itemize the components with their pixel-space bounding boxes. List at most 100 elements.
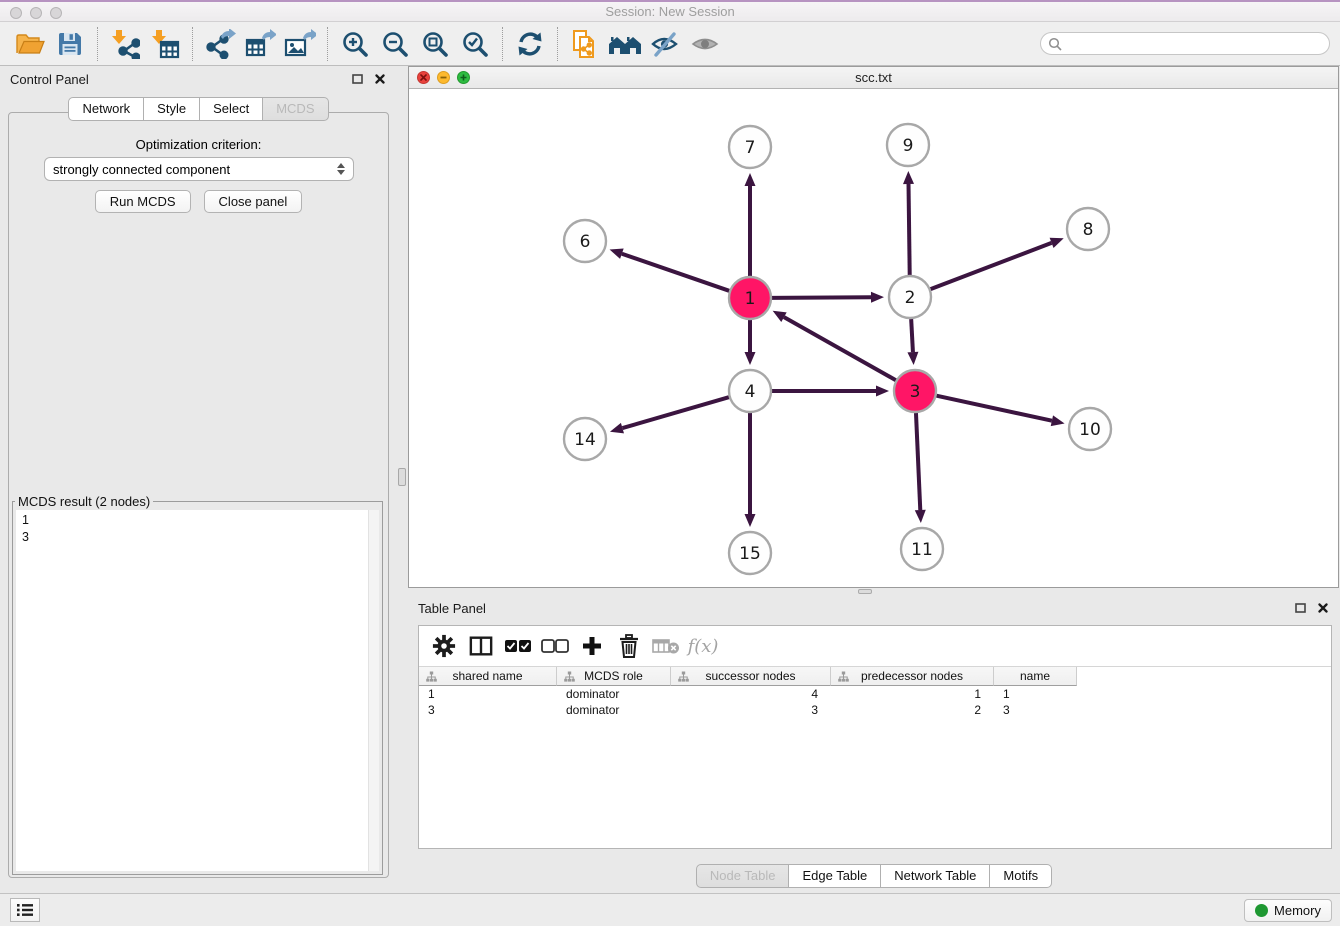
- graph-edge-arrowhead: [1050, 238, 1064, 248]
- graph-edge-3-1[interactable]: [784, 317, 896, 380]
- maximize-view-button[interactable]: [457, 71, 470, 84]
- show-column-panel-button[interactable]: [466, 631, 496, 661]
- horizontal-splitter[interactable]: [408, 588, 1340, 595]
- table-panel-header: Table Panel: [408, 595, 1340, 621]
- graph-edge-4-14[interactable]: [622, 397, 728, 428]
- table-cell[interactable]: 4: [671, 686, 831, 702]
- graph-node-label: 15: [739, 544, 761, 564]
- main-area: Control Panel Network Style Select MCDS …: [0, 66, 1340, 893]
- search-field[interactable]: [1040, 32, 1330, 55]
- minimize-window-button[interactable]: [30, 7, 42, 19]
- main-toolbar: [0, 22, 1340, 66]
- table-cell[interactable]: 1: [831, 686, 994, 702]
- search-input[interactable]: [1066, 37, 1322, 51]
- float-table-panel-button[interactable]: [1293, 601, 1307, 615]
- save-session-button[interactable]: [50, 25, 90, 63]
- graph-node-label: 3: [910, 382, 921, 402]
- zoom-window-button[interactable]: [50, 7, 62, 19]
- table-row[interactable]: 3dominator323: [419, 702, 1331, 718]
- graph-edge-1-6[interactable]: [622, 254, 729, 291]
- zoom-selected-button[interactable]: [455, 25, 495, 63]
- column-header-successor-nodes[interactable]: successor nodes: [671, 667, 831, 686]
- hide-selected-button[interactable]: [645, 25, 685, 63]
- table-cell[interactable]: 3: [671, 702, 831, 718]
- tab-mcds[interactable]: MCDS: [263, 97, 328, 121]
- control-panel-tabs: Network Style Select MCDS: [0, 97, 397, 121]
- zoom-out-button[interactable]: [375, 25, 415, 63]
- application-window: Session: New Session: [0, 0, 1340, 926]
- import-table-button[interactable]: [145, 25, 185, 63]
- criterion-dropdown[interactable]: strongly connected component: [44, 157, 354, 181]
- create-column-button[interactable]: [577, 631, 607, 661]
- table-cell[interactable]: 1: [994, 686, 1077, 702]
- table-cell[interactable]: 1: [419, 686, 557, 702]
- close-panel-button-action[interactable]: Close panel: [204, 190, 303, 213]
- splitter-handle[interactable]: [858, 589, 872, 594]
- graph-edge-arrowhead: [745, 352, 756, 365]
- graph-edge-2-3[interactable]: [911, 319, 913, 352]
- unchecked-boxes-icon: [541, 639, 569, 653]
- apply-layout-button[interactable]: [510, 25, 550, 63]
- zoom-fit-button[interactable]: [415, 25, 455, 63]
- tab-network-table[interactable]: Network Table: [881, 864, 990, 888]
- close-panel-button[interactable]: [373, 72, 387, 86]
- network-view-window: scc.txt 7968124314101511: [408, 66, 1339, 588]
- export-network-button[interactable]: [200, 25, 240, 63]
- graph-node-label: 9: [903, 136, 914, 156]
- graph-edge-2-8[interactable]: [931, 243, 1052, 289]
- table-settings-button[interactable]: [429, 631, 459, 661]
- splitter-handle[interactable]: [398, 468, 406, 486]
- graph-edge-3-11[interactable]: [916, 413, 920, 510]
- table-cell[interactable]: 3: [419, 702, 557, 718]
- network-graph[interactable]: 7968124314101511: [409, 89, 1338, 587]
- deselect-all-columns-button[interactable]: [540, 631, 570, 661]
- graph-edge-arrowhead: [745, 173, 756, 186]
- mcds-result-title: MCDS result (2 nodes): [15, 494, 153, 509]
- close-view-button[interactable]: [417, 71, 430, 84]
- export-image-button[interactable]: [280, 25, 320, 63]
- graph-node-label: 6: [580, 232, 591, 252]
- column-header-predecessor-nodes[interactable]: predecessor nodes: [831, 667, 994, 686]
- duplicate-network-button[interactable]: [565, 25, 605, 63]
- tab-style[interactable]: Style: [144, 97, 200, 121]
- column-header-name[interactable]: name: [994, 667, 1077, 686]
- network-canvas[interactable]: 7968124314101511: [409, 89, 1338, 587]
- graph-edge-3-10[interactable]: [936, 396, 1051, 421]
- select-all-columns-button[interactable]: [503, 631, 533, 661]
- close-window-button[interactable]: [10, 7, 22, 19]
- vertical-splitter[interactable]: [397, 66, 408, 893]
- show-all-button[interactable]: [685, 25, 725, 63]
- export-table-button[interactable]: [240, 25, 280, 63]
- tab-edge-table[interactable]: Edge Table: [789, 864, 881, 888]
- minimize-view-button[interactable]: [437, 71, 450, 84]
- memory-button[interactable]: Memory: [1244, 899, 1332, 922]
- mcds-action-buttons: Run MCDS Close panel: [0, 190, 397, 213]
- table-cell[interactable]: 2: [831, 702, 994, 718]
- tab-select[interactable]: Select: [200, 97, 263, 121]
- graph-edge-2-9[interactable]: [909, 184, 910, 275]
- toolbar-separator: [557, 27, 558, 61]
- tab-motifs[interactable]: Motifs: [990, 864, 1052, 888]
- import-network-button[interactable]: [105, 25, 145, 63]
- float-panel-button[interactable]: [350, 72, 364, 86]
- result-scrollbar[interactable]: [368, 510, 379, 871]
- column-header-shared-name[interactable]: shared name: [419, 667, 557, 686]
- column-header-MCDS-role[interactable]: MCDS role: [557, 667, 671, 686]
- table-cell[interactable]: dominator: [557, 702, 671, 718]
- tab-network[interactable]: Network: [68, 97, 144, 121]
- toolbar-separator: [192, 27, 193, 61]
- run-mcds-button[interactable]: Run MCDS: [95, 190, 191, 213]
- tab-node-table[interactable]: Node Table: [696, 864, 790, 888]
- zoom-in-button[interactable]: [335, 25, 375, 63]
- table-cell[interactable]: 3: [994, 702, 1077, 718]
- mcds-result-area[interactable]: 1 3: [16, 510, 379, 871]
- table-cell[interactable]: dominator: [557, 686, 671, 702]
- close-table-panel-button[interactable]: [1316, 601, 1330, 615]
- first-neighbors-button[interactable]: [605, 25, 645, 63]
- task-history-button[interactable]: [10, 898, 40, 922]
- delete-column-button[interactable]: [614, 631, 644, 661]
- network-window-titlebar[interactable]: scc.txt: [409, 67, 1338, 89]
- open-session-button[interactable]: [10, 25, 50, 63]
- graph-edge-1-2[interactable]: [772, 297, 871, 298]
- table-row[interactable]: 1dominator411: [419, 686, 1331, 702]
